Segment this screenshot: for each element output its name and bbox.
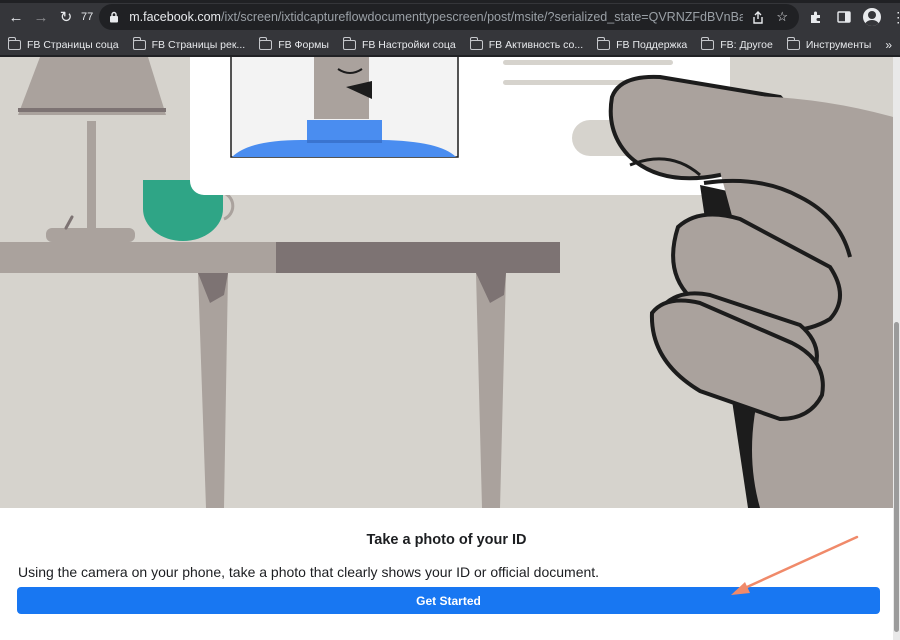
- star-icon[interactable]: ☆: [773, 8, 791, 26]
- bookmark-label: FB Активность со...: [488, 38, 584, 51]
- folder-icon: [8, 36, 21, 50]
- folder-icon: [701, 36, 715, 50]
- lock-icon[interactable]: [107, 10, 121, 24]
- extensions-icon[interactable]: [805, 6, 827, 28]
- forward-icon[interactable]: →: [31, 7, 51, 27]
- page-viewport: Take a photo of your ID Using the camera…: [0, 57, 900, 640]
- bookmark-label: Инструменты: [805, 38, 872, 51]
- folder-icon: [597, 36, 611, 50]
- bookmarks-overflow-button[interactable]: »: [885, 38, 892, 52]
- reload-icon[interactable]: ↻: [56, 7, 76, 27]
- page-scrollbar[interactable]: [893, 57, 900, 640]
- folder-icon: [259, 36, 273, 50]
- page-title: Take a photo of your ID: [366, 532, 527, 548]
- url-path: /ixt/screen/ixtidcaptureflowdocumenttype…: [220, 10, 744, 24]
- side-panel-icon[interactable]: [833, 6, 855, 28]
- folder-icon: [786, 36, 800, 50]
- id-capture-panel: Take a photo of your ID Using the camera…: [0, 508, 893, 640]
- tab-strip: [0, 0, 900, 3]
- bookmark-label: FB: Другое: [720, 38, 773, 51]
- url-host: m.facebook.com: [129, 10, 221, 24]
- folder-icon: [132, 36, 146, 50]
- address-bar[interactable]: m.facebook.com/ixt/screen/ixtidcapturefl…: [99, 4, 800, 30]
- bookmark-item[interactable]: FB Формы: [259, 36, 329, 51]
- folder-icon: [469, 36, 483, 50]
- back-icon[interactable]: ←: [6, 7, 26, 27]
- bookmark-item[interactable]: FB Поддержка: [597, 36, 688, 51]
- bookmark-item[interactable]: FB: Другое: [701, 36, 773, 51]
- share-icon[interactable]: [749, 8, 767, 26]
- bookmark-label: FB Поддержка: [616, 38, 688, 51]
- tab-count: 77: [81, 11, 94, 23]
- bookmark-item[interactable]: FB Страницы рек...: [132, 36, 246, 51]
- bookmark-item[interactable]: Инструменты: [786, 36, 872, 51]
- profile-icon[interactable]: [863, 8, 882, 26]
- bookmark-item[interactable]: FB Активность со...: [469, 36, 584, 51]
- url-text[interactable]: m.facebook.com/ixt/screen/ixtidcapturefl…: [129, 10, 743, 24]
- bookmark-label: FB Страницы рек...: [151, 38, 246, 51]
- instruction-text: Using the camera on your phone, take a p…: [18, 564, 600, 580]
- menu-icon[interactable]: ⋮: [887, 6, 900, 28]
- id-capture-illustration: [0, 57, 893, 508]
- get-started-button[interactable]: Get Started: [17, 587, 880, 614]
- bookmark-label: FB Настройки соца: [361, 38, 456, 51]
- bookmark-item[interactable]: FB Настройки соца: [342, 36, 456, 51]
- bookmarks-bar: FB Страницы соца FB Страницы рек... FB Ф…: [0, 34, 900, 56]
- bookmark-label: FB Формы: [278, 38, 329, 51]
- bookmark-label: FB Страницы соца: [27, 38, 119, 51]
- folder-icon: [342, 36, 356, 50]
- bookmark-item[interactable]: FB Страницы соца: [8, 36, 119, 51]
- scrollbar-thumb[interactable]: [894, 322, 899, 632]
- browser-toolbar: ← → ↻ 77 m.facebook.com/ixt/screen/ixtid…: [0, 0, 900, 34]
